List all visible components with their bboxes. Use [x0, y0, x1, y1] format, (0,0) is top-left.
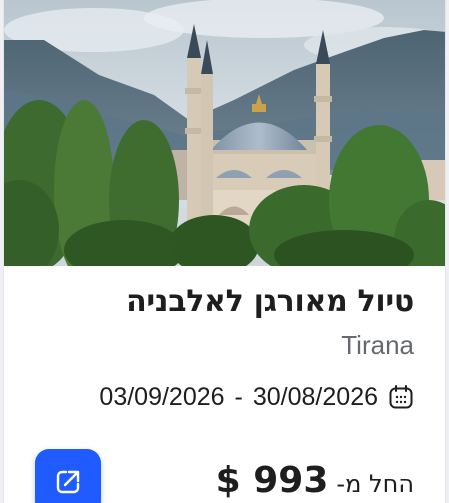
trip-title: טיול מאורגן לאלבניה [126, 284, 414, 319]
price-prefix: החל מ- [336, 470, 414, 498]
external-link-icon [56, 470, 80, 494]
date-start: 30/08/2026 [252, 382, 378, 411]
trip-card[interactable]: טיול מאורגן לאלבניה Tirana 03/09/2026 - … [3, 0, 446, 503]
date-end: 03/09/2026 [99, 382, 225, 411]
trip-hero-image [4, 0, 445, 266]
calendar-icon [389, 385, 413, 409]
date-separator: - [234, 382, 243, 411]
price-row: החל מ- $ 993 [216, 460, 414, 503]
date-range: 03/09/2026 - 30/08/2026 [99, 383, 378, 412]
open-trip-button[interactable] [35, 449, 101, 503]
trip-price: $ 993 [215, 460, 329, 501]
trip-location: Tirana [341, 330, 414, 360]
trip-dates: 03/09/2026 - 30/08/2026 [99, 380, 414, 414]
